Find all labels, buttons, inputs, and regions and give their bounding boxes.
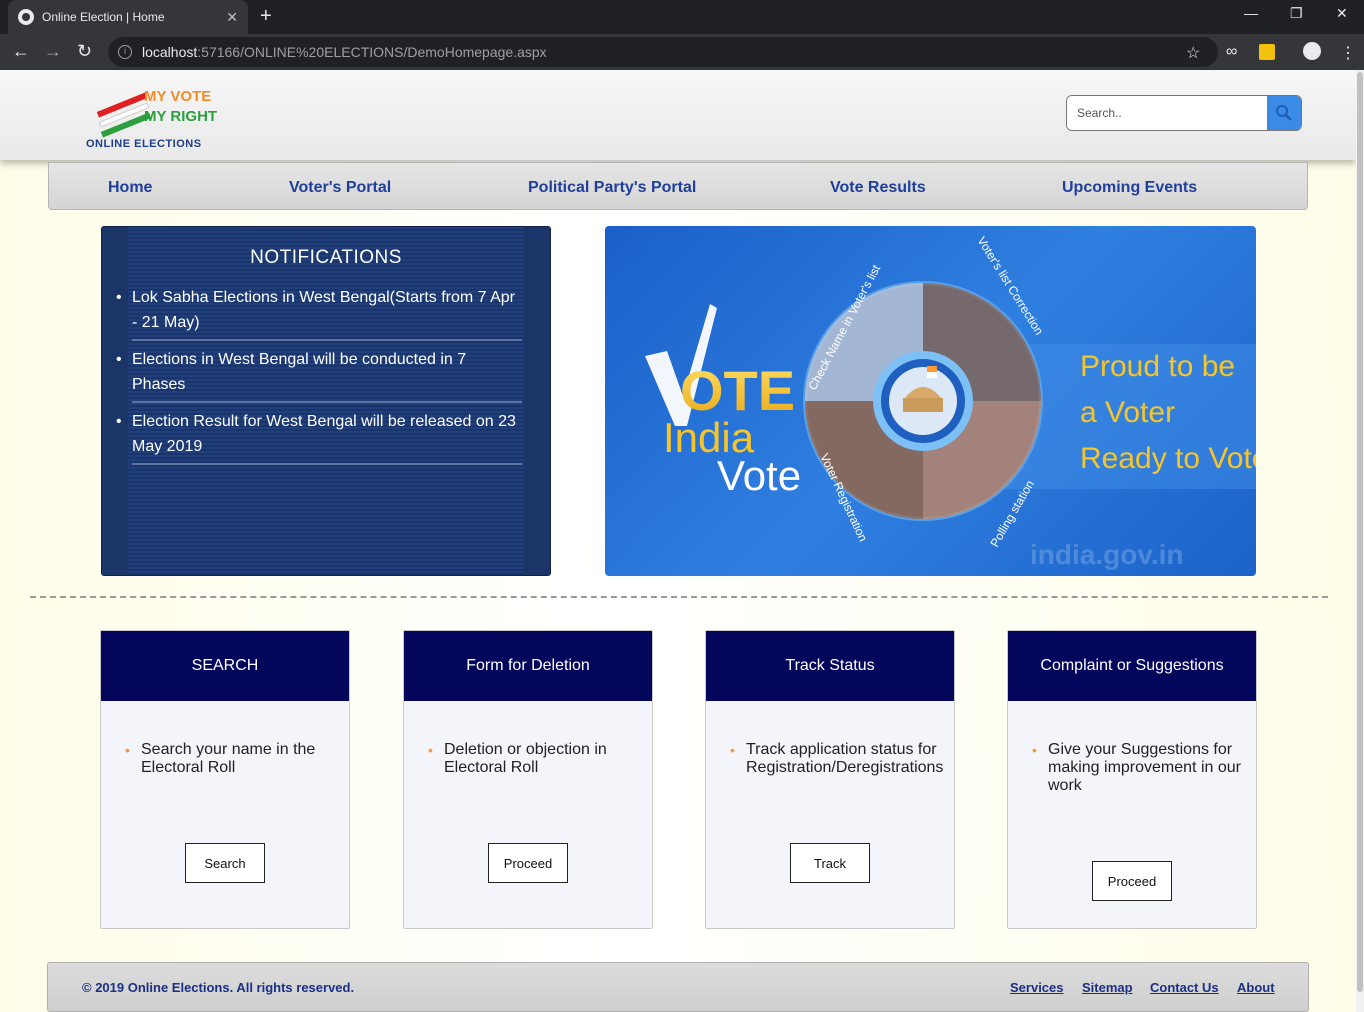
main-nav: Home Voter's Portal Political Party's Po… <box>48 162 1308 210</box>
card-complaint: Complaint or Suggestions • Give your Sug… <box>1007 630 1257 929</box>
notification-item: Elections in West Bengal will be conduct… <box>116 347 522 403</box>
search-input[interactable] <box>1067 96 1267 130</box>
menu-icon[interactable]: ⋮ <box>1340 43 1356 63</box>
restore-icon[interactable]: ❐ <box>1290 5 1303 22</box>
notification-item: Election Result for West Bengal will be … <box>116 409 522 465</box>
card-description: • Give your Suggestions for making impro… <box>1032 741 1248 795</box>
url-host: localhost <box>142 44 198 60</box>
search-button[interactable] <box>1267 96 1301 130</box>
site-header: MY VOTE MY RIGHT ONLINE ELECTIONS <box>0 70 1356 160</box>
star-icon[interactable]: ☆ <box>1186 43 1200 63</box>
bullet-icon: • <box>1032 742 1037 758</box>
nav-political-party-portal[interactable]: Political Party's Portal <box>528 179 696 197</box>
footer-link-contact[interactable]: Contact Us <box>1150 980 1219 995</box>
footer-link-sitemap[interactable]: Sitemap <box>1082 980 1133 995</box>
profile-icon[interactable] <box>1303 42 1321 60</box>
card-text: Track application status for Registratio… <box>746 741 944 776</box>
site-search <box>1066 95 1302 131</box>
card-track-status: Track Status • Track application status … <box>705 630 955 929</box>
notifications-list: Lok Sabha Elections in West Bengal(Start… <box>116 285 522 471</box>
banner-tagline-2: a Voter <box>1080 396 1175 429</box>
extension-infinity-icon[interactable]: ∞ <box>1226 43 1237 61</box>
section-divider <box>30 596 1328 598</box>
forward-icon[interactable]: → <box>44 41 62 62</box>
copyright-text: © 2019 Online Elections. All rights rese… <box>82 980 355 995</box>
logo-text-my-right: MY RIGHT <box>144 108 218 125</box>
card-description: • Track application status for Registrat… <box>730 741 950 777</box>
nav-home[interactable]: Home <box>108 179 152 197</box>
proceed-deletion-button[interactable]: Proceed <box>488 843 568 883</box>
card-text: Deletion or objection in Electoral Roll <box>444 741 607 776</box>
logo-text-my-vote: MY VOTE <box>144 88 212 105</box>
card-search: SEARCH • Search your name in the Elector… <box>100 630 350 929</box>
browser-tab-bar: Online Election | Home ✕ + — ❐ ✕ <box>0 0 1364 34</box>
nav-vote-results[interactable]: Vote Results <box>830 179 926 197</box>
footer-link-services[interactable]: Services <box>1010 980 1064 995</box>
proceed-complaint-button[interactable]: Proceed <box>1092 861 1172 901</box>
tab-title: Online Election | Home <box>42 10 165 24</box>
card-title: Form for Deletion <box>404 631 652 701</box>
search-icon <box>1276 105 1292 121</box>
card-description: • Search your name in the Electoral Roll <box>125 741 341 777</box>
browser-tab[interactable]: Online Election | Home ✕ <box>8 0 248 34</box>
web-page: MY VOTE MY RIGHT ONLINE ELECTIONS Home V… <box>0 70 1356 1012</box>
banner-vote-word: OTE <box>680 359 795 422</box>
notifications-left-edge <box>102 227 128 575</box>
banner-tagline-3: Ready to Vote <box>1080 442 1256 475</box>
nav-upcoming-events[interactable]: Upcoming Events <box>1062 179 1197 197</box>
scrollbar-thumb[interactable] <box>1357 72 1363 992</box>
banner-tagline-1: Proud to be <box>1080 350 1235 383</box>
page-scrollbar[interactable] <box>1356 70 1364 1012</box>
nav-voters-portal[interactable]: Voter's Portal <box>289 179 391 197</box>
card-text: Give your Suggestions for making improve… <box>1048 741 1241 794</box>
reload-icon[interactable]: ↻ <box>77 41 92 62</box>
notifications-panel: NOTIFICATIONS Lok Sabha Elections in Wes… <box>101 226 551 576</box>
site-logo[interactable]: MY VOTE MY RIGHT ONLINE ELECTIONS <box>86 88 226 152</box>
minimize-icon[interactable]: — <box>1244 5 1258 21</box>
footer-link-about[interactable]: About <box>1237 980 1275 995</box>
card-text: Search your name in the Electoral Roll <box>141 741 316 776</box>
track-button[interactable]: Track <box>790 843 870 883</box>
close-tab-icon[interactable]: ✕ <box>226 9 238 26</box>
address-bar[interactable]: i localhost:57166/ONLINE%20ELECTIONS/Dem… <box>108 37 1218 67</box>
bullet-icon: • <box>428 742 433 758</box>
logo-text-online-elections: ONLINE ELECTIONS <box>86 138 202 150</box>
notifications-title: NOTIFICATIONS <box>250 247 402 268</box>
info-icon[interactable]: i <box>118 45 132 59</box>
card-deletion: Form for Deletion • Deletion or objectio… <box>403 630 653 929</box>
window-close-icon[interactable]: ✕ <box>1336 5 1348 22</box>
back-icon[interactable]: ← <box>12 41 30 62</box>
url-path: :57166/ONLINE%20ELECTIONS/DemoHomepage.a… <box>197 44 547 60</box>
notifications-right-edge <box>524 227 550 575</box>
card-description: • Deletion or objection in Electoral Rol… <box>428 741 644 777</box>
search-button[interactable]: Search <box>185 843 265 883</box>
banner-graphic: OTE India Vote Proud to be a Voter Ready… <box>645 234 1256 570</box>
site-footer: © 2019 Online Elections. All rights rese… <box>47 962 1309 1012</box>
new-tab-icon[interactable]: + <box>260 5 272 28</box>
extension-note-icon[interactable] <box>1259 44 1275 60</box>
banner-watermark: india.gov.in <box>1030 539 1183 570</box>
globe-icon <box>18 9 34 25</box>
bullet-icon: • <box>125 742 130 758</box>
browser-toolbar: ← → ↻ i localhost:57166/ONLINE%20ELECTIO… <box>0 34 1364 70</box>
banner-vote2-word: Vote <box>717 452 801 499</box>
vote-india-banner: OTE India Vote Proud to be a Voter Ready… <box>605 226 1256 576</box>
card-title: Complaint or Suggestions <box>1008 631 1256 701</box>
notification-item: Lok Sabha Elections in West Bengal(Start… <box>116 285 522 341</box>
bullet-icon: • <box>730 742 735 758</box>
card-title: Track Status <box>706 631 954 701</box>
card-title: SEARCH <box>101 631 349 701</box>
